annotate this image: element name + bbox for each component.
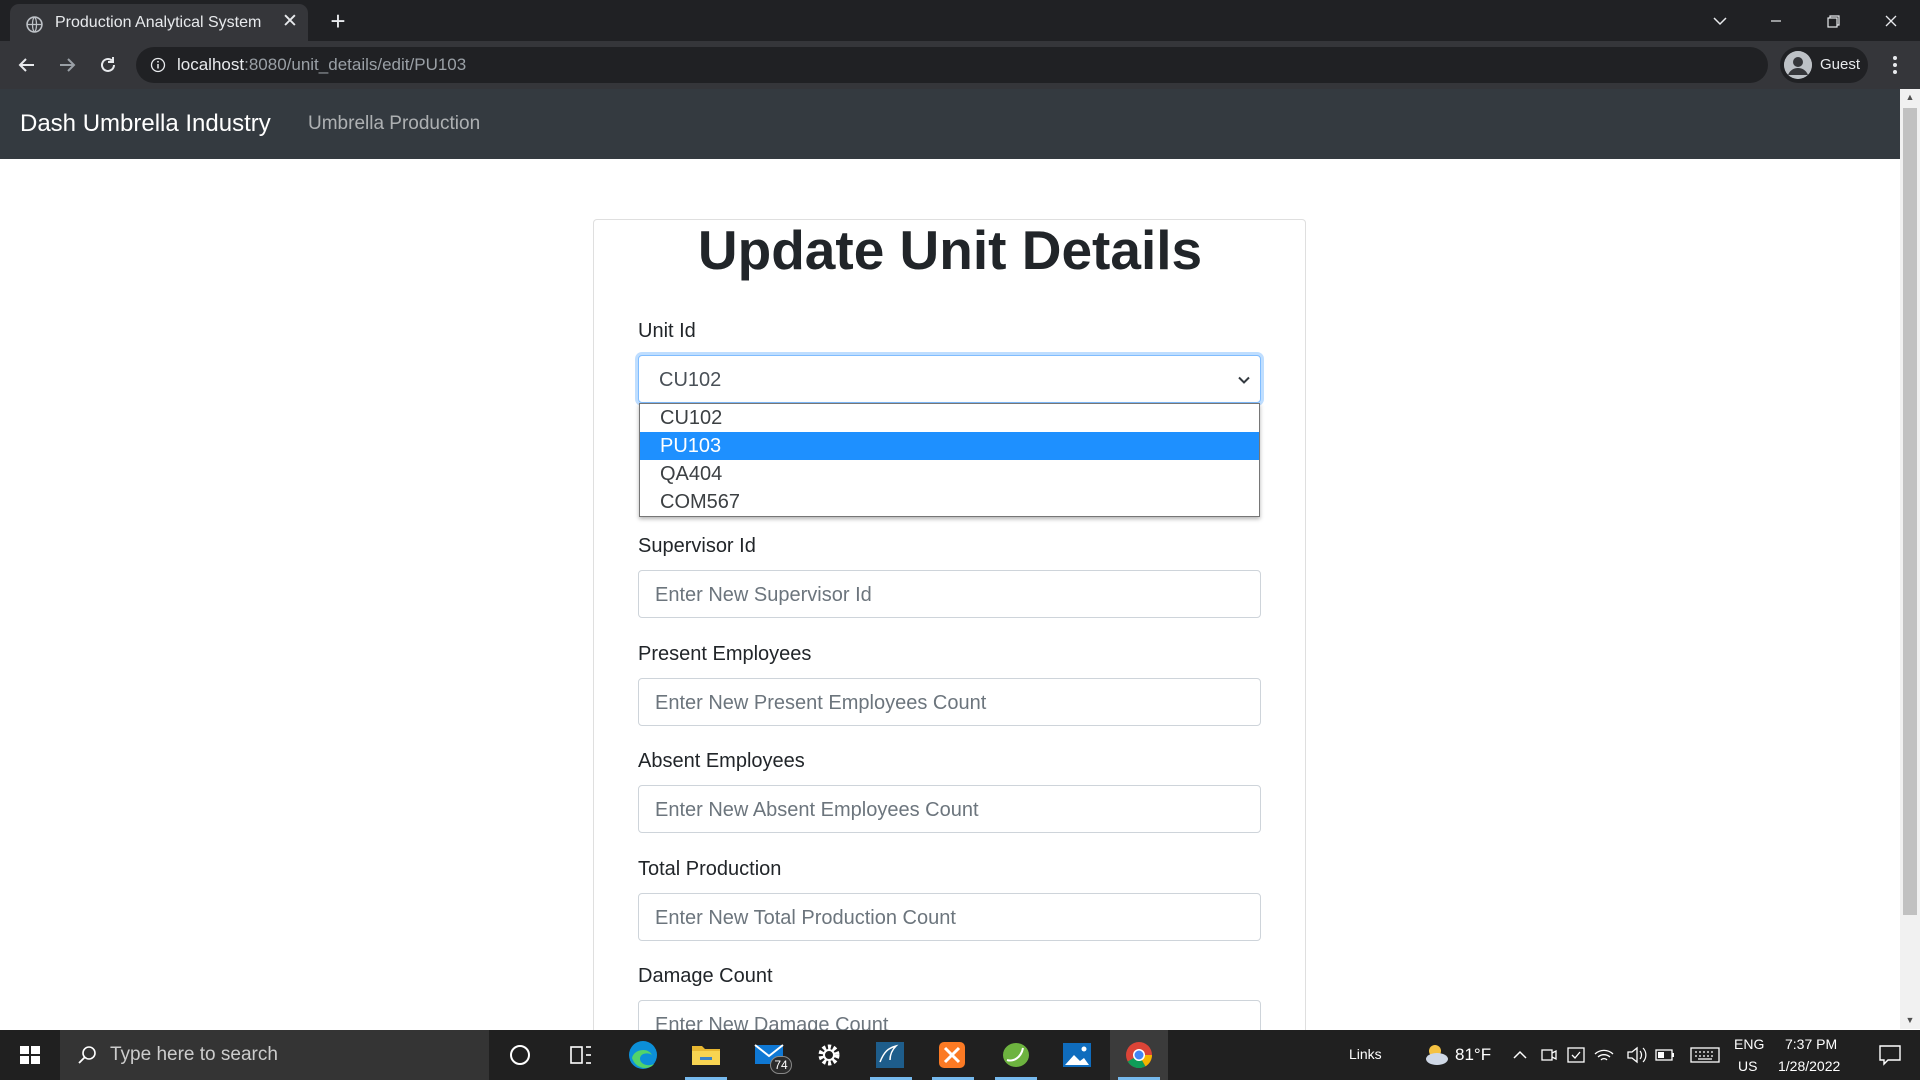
windows-start-icon[interactable] [0,1030,60,1080]
settings-icon[interactable] [800,1030,858,1080]
volume-icon[interactable] [1624,1030,1648,1080]
links-toolbar-label[interactable]: Links [1349,1046,1382,1062]
taskbar-search-placeholder: Type here to search [110,1044,278,1065]
xampp-icon[interactable] [924,1030,982,1080]
unit-id-label: Unit Id [638,320,696,342]
unit-id-option[interactable]: QA404 [640,460,1259,488]
reload-icon[interactable] [94,51,122,79]
browser-toolbar: localhost:8080/unit_details/edit/PU103 G… [0,41,1920,89]
address-bar[interactable]: localhost:8080/unit_details/edit/PU103 [136,47,1768,83]
info-icon[interactable] [150,57,166,73]
taskbar-search-box[interactable]: Type here to search [60,1030,489,1080]
forward-arrow-icon[interactable] [53,51,81,79]
url-host: localhost [177,55,245,74]
unit-id-option[interactable]: CU102 [640,404,1259,432]
absent-employees-placeholder: Enter New Absent Employees Count [655,799,979,821]
present-employees-label: Present Employees [638,643,812,665]
unit-id-option-highlighted[interactable]: PU103 [640,432,1259,460]
mail-unread-badge: 74 [770,1056,792,1074]
total-production-placeholder: Enter New Total Production Count [655,907,956,929]
security-icon[interactable] [1563,1030,1589,1080]
search-icon [78,1046,96,1064]
scrollbar-thumb[interactable] [1903,108,1917,915]
battery-icon[interactable] [1652,1030,1678,1080]
chevron-up-icon[interactable] [1505,1030,1535,1080]
browser-tabstrip: Production Analytical System ✕ + [0,0,1920,41]
tab-title: Production Analytical System [55,14,262,31]
nav-link-umbrella-production[interactable]: Umbrella Production [308,113,480,135]
chrome-icon [1126,1042,1153,1069]
site-navbar: Dash Umbrella Industry Umbrella Producti… [0,89,1900,159]
file-explorer-icon[interactable] [677,1030,735,1080]
browser-tab[interactable]: Production Analytical System ✕ [10,4,308,41]
tab-search-icon[interactable] [1700,6,1740,36]
url-path: :8080/unit_details/edit/PU103 [244,55,467,74]
total-production-label: Total Production [638,858,782,880]
scroll-up-arrow-icon[interactable]: ▲ [1900,89,1920,106]
chevron-down-icon [1238,376,1250,384]
unit-id-option[interactable]: COM567 [640,488,1259,516]
present-employees-placeholder: Enter New Present Employees Count [655,692,987,714]
spring-tool-suite-icon[interactable] [987,1030,1045,1080]
scroll-down-arrow-icon[interactable]: ▼ [1900,1012,1920,1029]
profile-label: Guest [1820,56,1861,73]
page-scrollbar[interactable]: ▲ ▼ [1900,89,1920,1029]
cortana-icon[interactable] [491,1030,549,1080]
mysql-workbench-icon[interactable] [862,1030,920,1080]
camera-icon[interactable] [1537,1030,1561,1080]
supervisor-id-placeholder: Enter New Supervisor Id [655,584,872,606]
photos-icon[interactable] [1048,1030,1106,1080]
present-employees-input[interactable]: Enter New Present Employees Count [638,678,1261,726]
unit-id-select[interactable]: CU102 [638,355,1261,403]
globe-icon [26,16,43,33]
wifi-icon[interactable] [1591,1030,1617,1080]
input-language[interactable]: ENG [1734,1036,1764,1052]
tab-close-icon[interactable]: ✕ [280,12,300,32]
mail-app[interactable]: 74 [741,1030,799,1080]
weather-temperature[interactable]: 81°F [1455,1045,1491,1065]
absent-employees-label: Absent Employees [638,750,805,772]
minimize-icon[interactable] [1756,6,1796,36]
input-region[interactable]: US [1738,1058,1757,1074]
edge-icon[interactable] [614,1030,672,1080]
unit-id-selected-value: CU102 [659,369,722,391]
supervisor-id-label: Supervisor Id [638,535,756,557]
guest-avatar-icon [1784,51,1812,79]
windows-taskbar: Type here to search 74 Links 81°F ENG US… [0,1030,1920,1080]
back-arrow-icon[interactable] [13,51,41,79]
kebab-menu-icon[interactable] [1883,53,1907,77]
page-title: Update Unit Details [697,219,1203,281]
total-production-input[interactable]: Enter New Total Production Count [638,893,1261,941]
profile-button[interactable]: Guest [1780,47,1868,83]
clock-time[interactable]: 7:37 PM [1785,1036,1837,1052]
unit-id-dropdown-list: CU102 PU103 QA404 COM567 [639,403,1260,517]
supervisor-id-input[interactable]: Enter New Supervisor Id [638,570,1261,618]
url-text: localhost:8080/unit_details/edit/PU103 [177,55,466,75]
keyboard-icon[interactable] [1688,1030,1722,1080]
mail-icon [754,1044,784,1064]
absent-employees-input[interactable]: Enter New Absent Employees Count [638,785,1261,833]
close-window-icon[interactable] [1871,6,1911,36]
damage-count-label: Damage Count [638,965,773,987]
clock-date[interactable]: 1/28/2022 [1778,1058,1840,1074]
task-view-icon[interactable] [551,1030,609,1080]
restore-icon[interactable] [1813,6,1853,36]
chrome-taskbar-button[interactable] [1110,1030,1168,1080]
brand-link[interactable]: Dash Umbrella Industry [20,110,271,138]
new-tab-icon[interactable]: + [325,8,351,34]
notification-center-icon[interactable] [1866,1030,1914,1080]
